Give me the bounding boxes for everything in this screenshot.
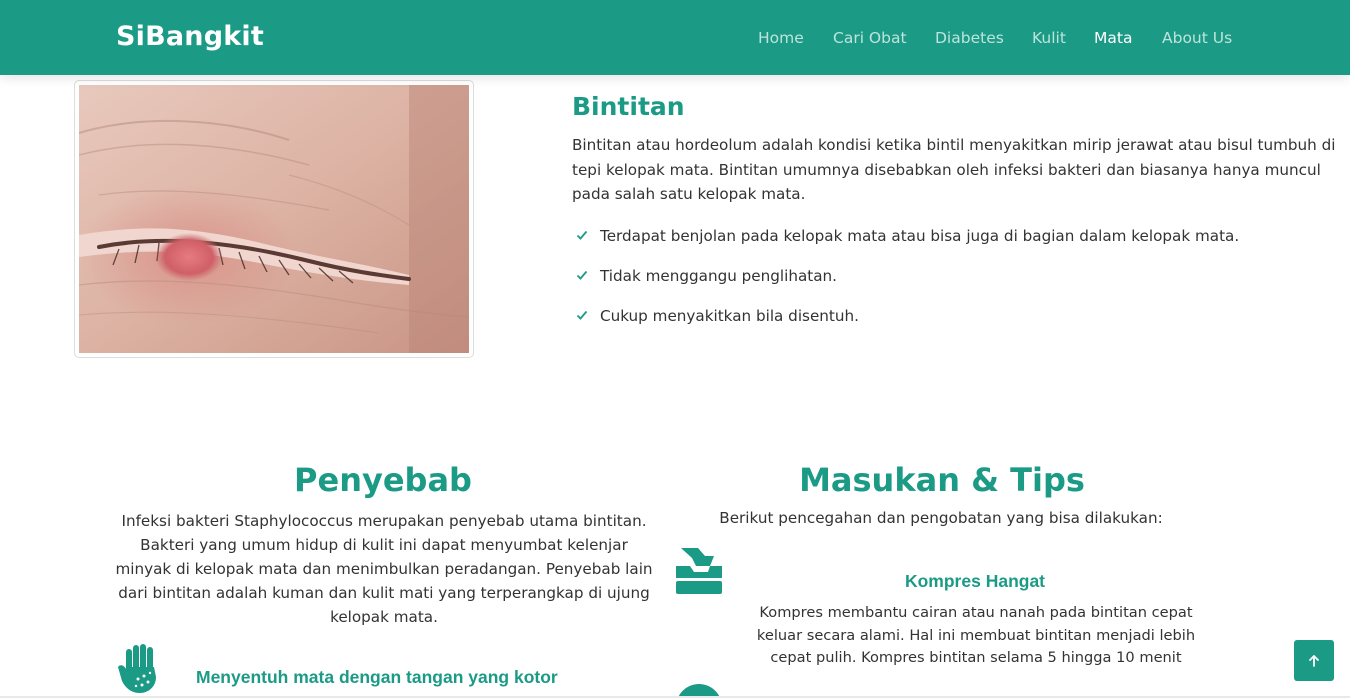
symptom-text: Terdapat benjolan pada kelopak mata atau… — [600, 227, 1240, 245]
check-icon — [576, 310, 588, 320]
arrow-up-icon — [1309, 654, 1319, 667]
tip-description: Kompres membantu cairan atau nanah pada … — [756, 604, 1196, 666]
symptom-text: Tidak menggangu penglihatan. — [600, 267, 838, 285]
causes-description: Infeksi bakteri Staphylococcus merupakan… — [115, 512, 653, 626]
symptom-item: Terdapat benjolan pada kelopak mata atau… — [576, 226, 1239, 266]
nav-diabetes[interactable]: Diabetes — [935, 29, 1004, 47]
disease-description: Bintitan atau hordeolum adalah kondisi k… — [572, 136, 1336, 203]
tissue-box-icon — [676, 548, 722, 594]
nav-kulit[interactable]: Kulit — [1032, 29, 1066, 47]
tips-title: Masukan & Tips — [799, 461, 1085, 499]
dirty-hand-icon — [118, 644, 156, 693]
nav-home[interactable]: Home — [758, 29, 804, 47]
causes-title: Penyebab — [294, 461, 472, 499]
symptom-list: Terdapat benjolan pada kelopak mata atau… — [576, 226, 1239, 346]
eye-stye-photo — [79, 85, 469, 353]
symptom-item: Cukup menyakitkan bila disentuh. — [576, 306, 1239, 346]
back-to-top-button[interactable] — [1294, 640, 1334, 681]
navbar: SiBangkit Home Cari Obat Diabetes Kulit … — [0, 0, 1350, 75]
cause-item-title: Menyentuh mata dengan tangan yang kotor — [196, 667, 558, 687]
brand-logo[interactable]: SiBangkit — [116, 21, 264, 52]
nav-about-us[interactable]: About Us — [1162, 29, 1232, 47]
check-icon — [576, 230, 588, 240]
tips-intro: Berikut pencegahan dan pengobatan yang b… — [719, 509, 1163, 527]
tip-title: Kompres Hangat — [904, 571, 1046, 591]
symptom-text: Cukup menyakitkan bila disentuh. — [600, 307, 859, 325]
symptom-item: Tidak menggangu penglihatan. — [576, 266, 1239, 306]
disease-title: Bintitan — [572, 92, 685, 121]
disease-image-frame — [74, 80, 474, 358]
nav-mata[interactable]: Mata — [1094, 29, 1132, 47]
nav-cari-obat[interactable]: Cari Obat — [833, 29, 907, 47]
check-icon — [576, 270, 588, 280]
